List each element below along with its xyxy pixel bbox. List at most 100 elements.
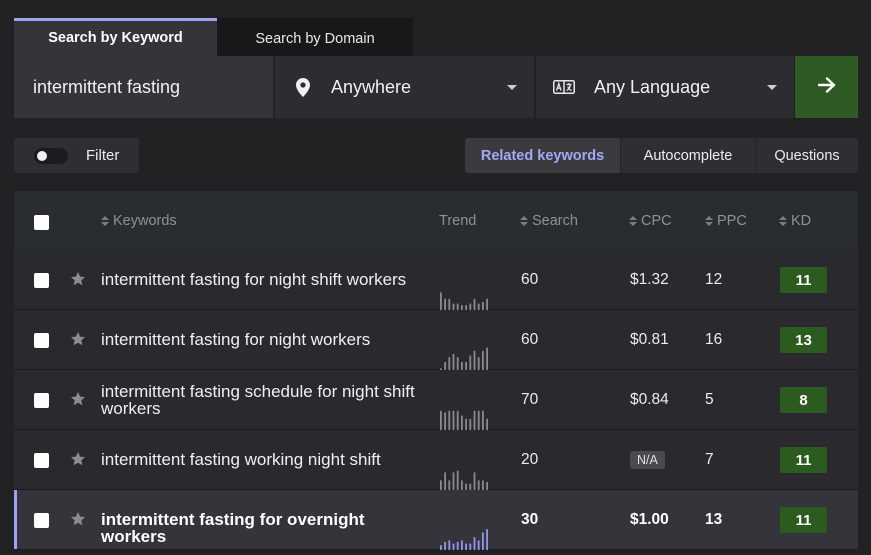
select-all-checkbox[interactable] — [34, 215, 49, 230]
header-kd-label: KD — [791, 213, 812, 229]
arrow-right-icon — [817, 76, 836, 98]
trend-bar — [465, 362, 467, 370]
trend-bar — [448, 540, 451, 550]
trend-sparkline — [440, 529, 488, 550]
trend-bar — [440, 545, 442, 550]
keyword-search-input[interactable] — [14, 56, 273, 118]
ppc-cell: 7 — [705, 451, 714, 468]
trend-bar — [452, 354, 455, 370]
trend-bar — [440, 480, 442, 490]
table-header: Keywords Trend Search CPC PPC KD — [14, 191, 858, 250]
trend-bar — [473, 350, 476, 370]
header-keywords[interactable]: Keywords — [101, 213, 177, 229]
keyword-cell[interactable]: intermittent fasting working night shift — [101, 451, 426, 468]
search-volume-cell: 60 — [521, 271, 539, 288]
row-checkbox[interactable] — [34, 333, 49, 348]
trend-bar — [477, 540, 480, 550]
search-volume-cell: 70 — [521, 391, 539, 408]
search-mode-tabs: Search by Keyword Search by Domain — [14, 18, 413, 56]
trend-bar — [452, 472, 455, 490]
star-icon[interactable] — [70, 271, 86, 287]
header-ppc[interactable]: PPC — [705, 213, 747, 229]
star-icon[interactable] — [70, 331, 86, 347]
search-volume-cell: 60 — [521, 331, 539, 348]
filter-label: Filter — [86, 147, 120, 164]
cpc-cell: $1.00 — [630, 511, 669, 528]
trend-bar — [469, 418, 472, 430]
tab-search-by-keyword[interactable]: Search by Keyword — [14, 18, 217, 56]
sort-icon — [705, 216, 713, 226]
star-icon[interactable] — [70, 511, 86, 527]
star-icon[interactable] — [70, 451, 86, 467]
table-row[interactable]: intermittent fasting for overnight worke… — [14, 490, 858, 550]
trend-bar — [486, 418, 488, 430]
table-row[interactable]: intermittent fasting for night shift wor… — [14, 250, 858, 310]
trend-bar — [477, 480, 480, 490]
table-row[interactable]: intermittent fasting for night workers 6… — [14, 310, 858, 370]
trend-bar — [452, 543, 455, 550]
trend-bar — [444, 412, 446, 430]
filter-toggle[interactable]: Filter — [14, 138, 139, 173]
trend-bar — [448, 357, 451, 370]
kd-badge: 11 — [780, 507, 827, 533]
map-pin-icon — [292, 77, 314, 97]
language-select[interactable]: Any Language — [536, 56, 794, 118]
header-trend-label: Trend — [439, 213, 477, 229]
filter-switch[interactable] — [34, 147, 68, 164]
trend-bar — [456, 542, 459, 550]
search-submit-button[interactable] — [795, 56, 858, 118]
cpc-cell: $0.84 — [630, 391, 669, 408]
trend-bar — [444, 472, 446, 490]
trend-bar — [477, 357, 480, 370]
header-kd[interactable]: KD — [779, 213, 811, 229]
row-checkbox[interactable] — [34, 513, 49, 528]
trend-bar — [486, 482, 488, 490]
trend-bar — [461, 540, 463, 550]
keyword-cell[interactable]: intermittent fasting for night shift wor… — [101, 271, 426, 288]
tab-autocomplete[interactable]: Autocomplete — [620, 138, 755, 173]
row-checkbox[interactable] — [34, 393, 49, 408]
header-cpc[interactable]: CPC — [629, 213, 672, 229]
trend-bar — [465, 418, 467, 430]
tab-search-by-domain[interactable]: Search by Domain — [217, 18, 413, 56]
cpc-na-badge: N/A — [630, 451, 665, 469]
header-ppc-label: PPC — [717, 213, 747, 229]
chevron-down-icon — [507, 85, 517, 90]
row-checkbox[interactable] — [34, 273, 49, 288]
header-cpc-label: CPC — [641, 213, 672, 229]
trend-bar — [444, 542, 446, 550]
sort-icon — [520, 216, 528, 226]
cpc-cell: $1.32 — [630, 271, 669, 288]
kd-badge: 13 — [780, 327, 827, 353]
trend-bar — [452, 410, 455, 430]
trend-bar — [482, 410, 484, 430]
trend-bar — [486, 298, 488, 310]
trend-sparkline — [440, 410, 488, 430]
location-value: Anywhere — [331, 76, 412, 97]
chevron-down-icon — [767, 85, 777, 90]
header-search-label: Search — [532, 213, 578, 229]
trend-bar — [440, 292, 442, 310]
star-icon[interactable] — [70, 391, 86, 407]
ppc-cell: 16 — [705, 331, 723, 348]
keyword-cell[interactable]: intermittent fasting schedule for night … — [101, 383, 426, 417]
sort-icon — [101, 216, 109, 226]
search-volume-cell: 20 — [521, 451, 539, 468]
trend-bar — [448, 410, 451, 430]
header-search[interactable]: Search — [520, 213, 578, 229]
keyword-cell[interactable]: intermittent fasting for overnight worke… — [101, 511, 426, 545]
tab-questions[interactable]: Questions — [755, 138, 858, 173]
tab-related-keywords[interactable]: Related keywords — [465, 138, 620, 173]
keyword-cell[interactable]: intermittent fasting for night workers — [101, 331, 426, 348]
location-select[interactable]: Anywhere — [275, 56, 534, 118]
table-row[interactable]: intermittent fasting schedule for night … — [14, 370, 858, 430]
trend-bar — [482, 302, 484, 310]
row-checkbox[interactable] — [34, 453, 49, 468]
header-trend: Trend — [439, 213, 476, 229]
sort-icon — [629, 216, 637, 226]
ppc-cell: 5 — [705, 391, 714, 408]
trend-bar — [440, 410, 442, 430]
search-volume-cell: 30 — [521, 511, 539, 528]
table-row[interactable]: intermittent fasting working night shift… — [14, 430, 858, 490]
search-bar: Anywhere Any Language — [14, 56, 858, 118]
